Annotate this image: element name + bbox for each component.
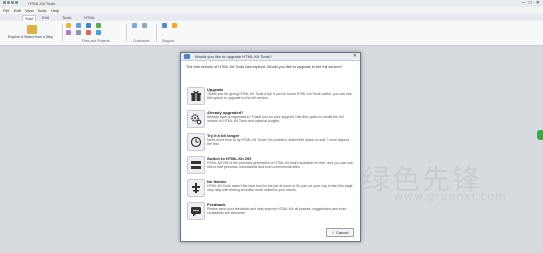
preview-button[interactable] bbox=[96, 30, 102, 35]
option-already-upgraded-text: Already have a registration? Thank you f… bbox=[207, 115, 344, 124]
ribbon: Explore & Select from a Step Files and P… bbox=[0, 21, 543, 46]
options-button[interactable] bbox=[142, 23, 148, 28]
option-try-longer-text: Need more time to try HTML-Kit Tools? No… bbox=[207, 138, 350, 147]
project-icon bbox=[96, 23, 101, 28]
new-file-icon bbox=[66, 23, 71, 28]
switch-icon bbox=[187, 156, 205, 174]
support-button[interactable] bbox=[172, 23, 178, 28]
option-try-longer[interactable]: Try it a bit longer Need more time to tr… bbox=[184, 132, 356, 152]
customize-icon bbox=[132, 23, 137, 28]
menu-view[interactable]: View bbox=[25, 8, 34, 13]
dialog-title: Would you like to upgrade HTML-Kit Tools… bbox=[195, 54, 272, 59]
group-support: Support bbox=[162, 39, 175, 43]
print-button[interactable] bbox=[76, 30, 82, 35]
option-feedback[interactable]: Feedback Please send your feedback and h… bbox=[184, 201, 356, 221]
save-icon bbox=[86, 23, 91, 28]
menu-help[interactable]: Help bbox=[51, 8, 59, 13]
cancel-button[interactable]: ✓ Cancel bbox=[326, 228, 354, 237]
check-icon: ✓ bbox=[331, 230, 335, 235]
project-button[interactable] bbox=[96, 23, 102, 28]
menu-tools[interactable]: Tools bbox=[37, 8, 46, 13]
option-upgrade[interactable]: Upgrade Thank you for giving HTML-Kit To… bbox=[184, 86, 356, 106]
explore-button-label: Explore & Select from a Step bbox=[8, 35, 53, 39]
option-switch-292-text: HTML-Kit 292 is the previous generation … bbox=[207, 161, 353, 170]
dialog-intro: The trial version of HTML-Kit Tools has … bbox=[186, 65, 343, 69]
stop-icon bbox=[187, 179, 205, 197]
open-icon bbox=[76, 23, 81, 28]
support-icon bbox=[172, 23, 177, 28]
print-icon bbox=[76, 30, 81, 35]
quick-access-toolbar[interactable] bbox=[3, 1, 25, 5]
menu-edit[interactable]: Edit bbox=[14, 8, 21, 13]
option-feedback-text: Please send your feedback and help impro… bbox=[207, 207, 347, 216]
close-file-button[interactable] bbox=[86, 30, 92, 35]
chat-icon bbox=[187, 202, 205, 220]
cancel-button-label: Cancel bbox=[336, 230, 349, 235]
recent-icon bbox=[66, 30, 71, 35]
help-icon bbox=[162, 23, 167, 28]
clock-icon bbox=[187, 133, 205, 151]
minimize-icon[interactable]: – bbox=[522, 0, 525, 7]
menu-bar: File Edit View Tools Help bbox=[0, 7, 543, 14]
explore-button[interactable]: Explore & Select from a Step bbox=[8, 25, 56, 39]
group-customize: Customize bbox=[133, 39, 150, 43]
close-file-icon bbox=[86, 30, 91, 35]
menu-file[interactable]: File bbox=[3, 8, 9, 13]
maximize-icon[interactable]: □ bbox=[529, 0, 532, 7]
option-no-thanks[interactable]: No thanks HTML-Kit Tools wasn't the best… bbox=[184, 178, 356, 198]
window-title: HTML-Kit Tools bbox=[28, 1, 56, 6]
open-button[interactable] bbox=[76, 23, 82, 28]
customize-button[interactable] bbox=[132, 23, 138, 28]
group-files-projects: Files and Projects bbox=[82, 39, 110, 43]
app-icon bbox=[184, 54, 190, 59]
save-button[interactable] bbox=[86, 23, 92, 28]
gear-icon bbox=[187, 110, 205, 128]
upgrade-dialog: Would you like to upgrade HTML-Kit Tools… bbox=[180, 52, 361, 242]
option-no-thanks-text: HTML-Kit Tools wasn't the best tool for … bbox=[207, 184, 353, 193]
dialog-title-bar: Would you like to upgrade HTML-Kit Tools… bbox=[181, 53, 360, 61]
new-button[interactable] bbox=[66, 23, 72, 28]
options-icon bbox=[142, 23, 147, 28]
folder-icon bbox=[27, 25, 37, 34]
side-panel-handle[interactable] bbox=[537, 130, 543, 140]
watermark-url: www.greenxf.com bbox=[394, 190, 507, 203]
gift-icon bbox=[187, 87, 205, 105]
recent-button[interactable] bbox=[66, 30, 72, 35]
dialog-close-icon[interactable]: ✕ bbox=[353, 53, 357, 59]
close-icon[interactable]: ✕ bbox=[536, 0, 540, 7]
help-button[interactable] bbox=[162, 23, 168, 28]
option-upgrade-text: Thank you for giving HTML-Kit Tools a tr… bbox=[207, 92, 352, 101]
option-already-upgraded[interactable]: Already upgraded? Already have a registr… bbox=[184, 109, 356, 129]
preview-icon bbox=[96, 30, 101, 35]
option-switch-292[interactable]: Switch to HTML-Kit 292 HTML-Kit 292 is t… bbox=[184, 155, 356, 175]
